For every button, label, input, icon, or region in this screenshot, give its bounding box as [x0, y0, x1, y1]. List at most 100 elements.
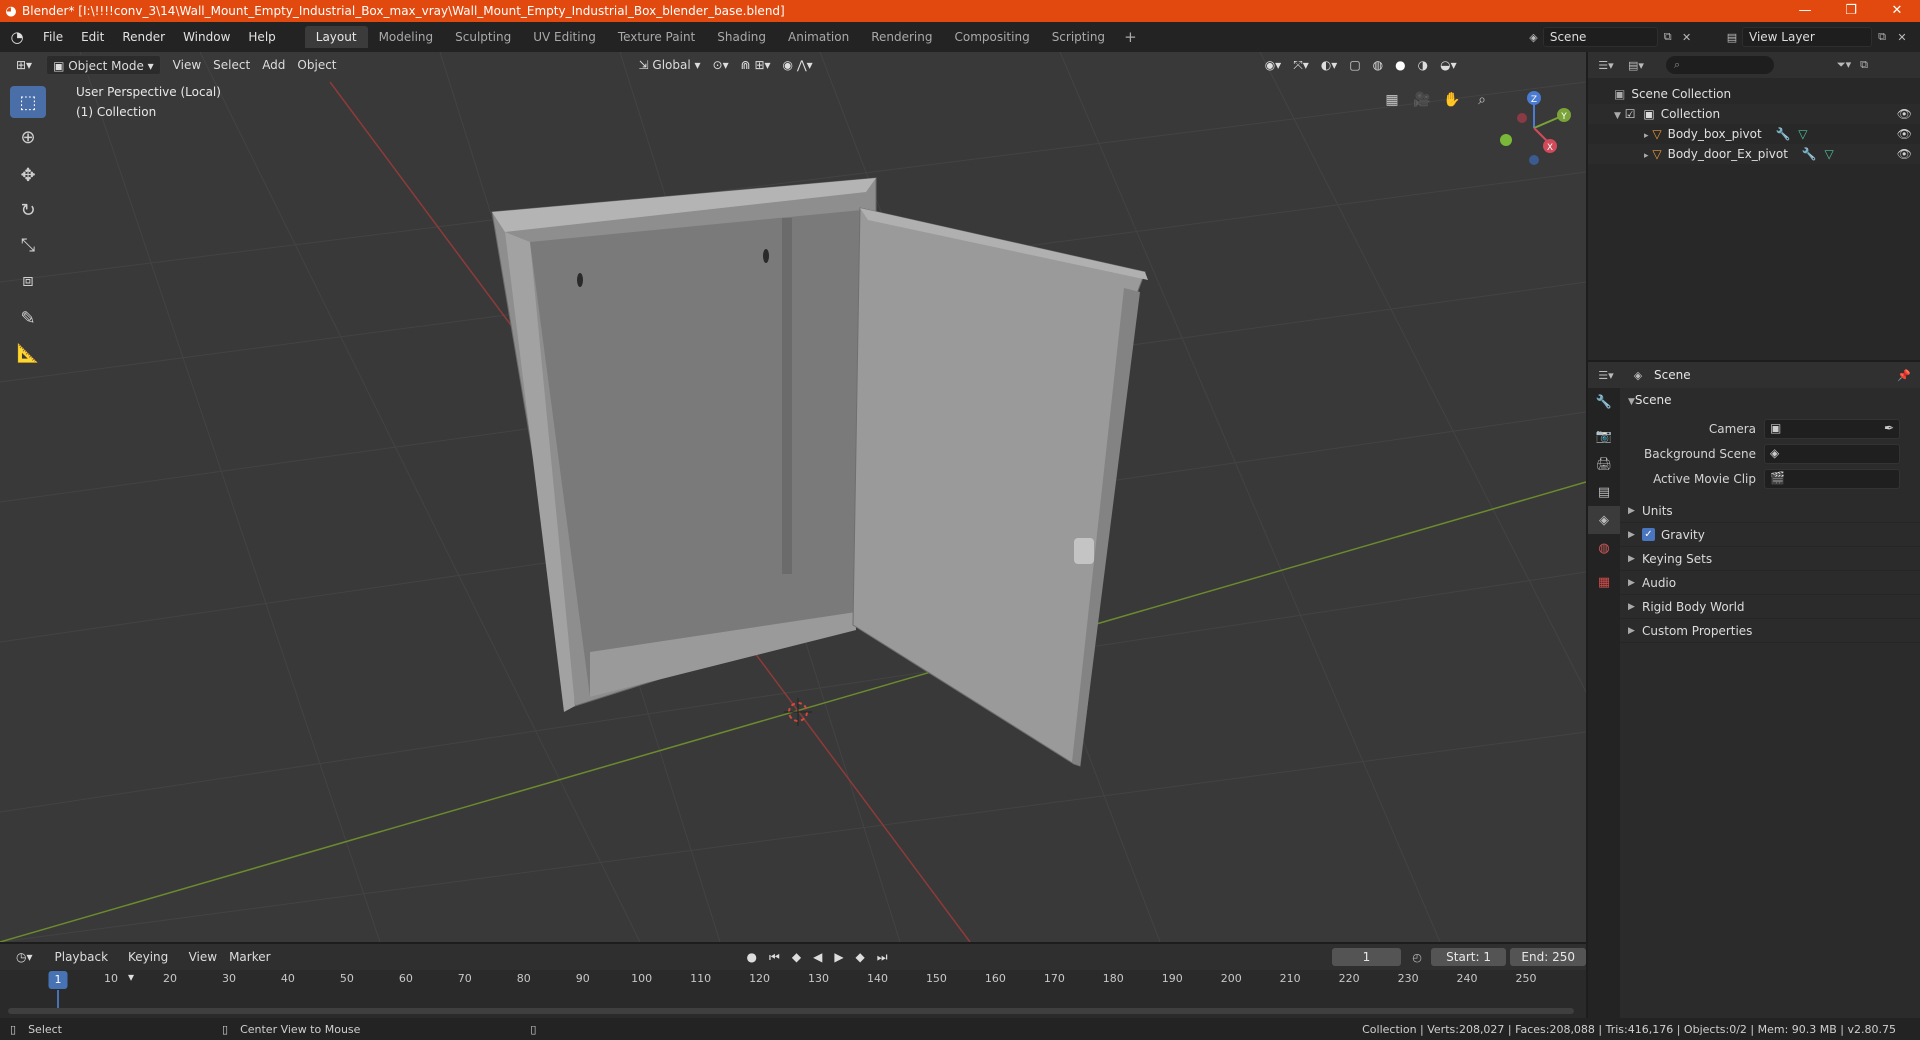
collection-checkbox[interactable]: ☑	[1625, 107, 1636, 121]
transform-tool-icon[interactable]: ⧈	[10, 264, 46, 296]
play-reverse-icon[interactable]: ◀	[807, 947, 828, 967]
maximize-button[interactable]: ❐	[1828, 0, 1874, 22]
expand-arrow-icon[interactable]: ▶	[1628, 523, 1642, 547]
view-layer-tab-icon[interactable]: ▤	[1588, 478, 1620, 506]
new-scene-icon[interactable]: ⧉	[1658, 30, 1677, 44]
custom-properties-subpanel[interactable]: ▶ Custom Properties	[1620, 619, 1920, 643]
background-scene-field[interactable]: ◈	[1764, 443, 1900, 464]
shading-wireframe-icon[interactable]: ◍	[1367, 55, 1389, 75]
collection-visibility-eye-icon[interactable]: 👁	[1897, 104, 1912, 124]
minimize-button[interactable]: —	[1782, 0, 1828, 22]
scene-tab-icon[interactable]: ◈	[1588, 506, 1620, 534]
keying-sets-subpanel[interactable]: ▶ Keying Sets	[1620, 547, 1920, 571]
gravity-subpanel[interactable]: ▶ ✓ Gravity	[1620, 523, 1920, 547]
expand-arrow-icon[interactable]: ▶	[1628, 619, 1642, 643]
modifier-wrench-icon[interactable]: 🔧	[1802, 147, 1817, 161]
mesh-data-icon[interactable]: ▽	[1798, 127, 1807, 141]
scene-name-field[interactable]: Scene	[1542, 27, 1659, 47]
mesh-data-icon[interactable]: ▽	[1825, 147, 1834, 161]
expand-arrow-icon[interactable]: ▶	[1628, 547, 1642, 571]
tab-layout[interactable]: Layout	[304, 26, 368, 48]
toggle-perspective-icon[interactable]: ▦	[1378, 86, 1406, 114]
axis-gizmo[interactable]: Z Y X	[1494, 88, 1574, 168]
mode-dropdown[interactable]: ▣ Object Mode ▾	[46, 55, 161, 75]
scene-panel-collapse-icon[interactable]: ▼	[1628, 397, 1635, 407]
annotate-tool-icon[interactable]: ✎	[10, 302, 46, 334]
transform-orientation-dropdown[interactable]: ⇲ Global ▾	[633, 55, 707, 75]
timeline-editor-type-icon[interactable]: ◷▾	[10, 947, 39, 967]
tab-shading[interactable]: Shading	[706, 26, 777, 48]
scene-selector[interactable]: ◈ Scene ⧉ ✕	[1524, 26, 1696, 48]
expand-arrow-icon[interactable]: ▶	[1628, 571, 1642, 595]
tab-rendering[interactable]: Rendering	[860, 26, 943, 48]
view-layer-name-field[interactable]: View Layer	[1742, 27, 1872, 47]
timeline-scrollbar[interactable]	[8, 1008, 1574, 1014]
jump-keyframe-back-icon[interactable]: ◆	[786, 947, 807, 967]
expand-arrow-icon[interactable]: ▶	[1628, 595, 1642, 619]
new-collection-icon[interactable]: ⧉	[1854, 58, 1874, 72]
marker-menu[interactable]: Marker	[223, 947, 276, 967]
scale-tool-icon[interactable]: ⤡	[10, 229, 46, 261]
editor-type-icon[interactable]: ⊞▾	[10, 55, 38, 75]
properties-editor-type-icon[interactable]: ☰▾	[1596, 369, 1616, 382]
tab-uv-editing[interactable]: UV Editing	[522, 26, 607, 48]
pin-icon[interactable]: 📌	[1894, 369, 1914, 382]
keying-menu[interactable]: Keying ▾	[122, 947, 183, 984]
close-button[interactable]: ✕	[1874, 0, 1920, 22]
view-layer-selector[interactable]: ▤ View Layer ⧉ ✕	[1722, 26, 1920, 48]
object-menu[interactable]: Object	[291, 55, 342, 75]
visibility-icon[interactable]: ◉▾	[1259, 55, 1288, 75]
tab-modeling[interactable]: Modeling	[368, 26, 445, 48]
menu-render[interactable]: Render	[113, 22, 174, 52]
delete-view-layer-icon[interactable]: ✕	[1892, 31, 1912, 44]
zoom-icon[interactable]: ⌕	[1468, 86, 1496, 114]
record-keyframe-icon[interactable]: ●	[741, 947, 763, 967]
add-menu[interactable]: Add	[256, 55, 291, 75]
menu-edit[interactable]: Edit	[72, 22, 113, 52]
playhead-line[interactable]	[57, 990, 59, 1010]
snap-icon[interactable]: ⋒ ⊞▾	[735, 55, 777, 75]
menu-window[interactable]: Window	[174, 22, 239, 52]
blender-menu-icon[interactable]: ◔	[0, 28, 34, 46]
gravity-checkbox[interactable]: ✓	[1642, 528, 1655, 541]
measure-tool-icon[interactable]: 📐	[10, 337, 46, 369]
outliner-editor-type-icon[interactable]: ☰▾	[1596, 59, 1616, 72]
outliner-collection[interactable]: ▼ ☑ ▣ Collection 👁	[1588, 104, 1920, 124]
tab-scripting[interactable]: Scripting	[1041, 26, 1116, 48]
new-view-layer-icon[interactable]: ⧉	[1872, 30, 1892, 44]
world-tab-icon[interactable]: ◍	[1588, 534, 1620, 562]
object-visibility-eye-icon[interactable]: 👁	[1897, 144, 1912, 164]
scene-panel-header[interactable]: ▼Scene	[1620, 388, 1920, 412]
outliner-object-row[interactable]: ▸ ▽ Body_box_pivot 🔧 ▽ 👁	[1588, 124, 1920, 144]
object-visibility-eye-icon[interactable]: 👁	[1897, 124, 1912, 144]
modifier-wrench-icon[interactable]: 🔧	[1776, 127, 1791, 141]
active-movie-clip-field[interactable]: 🎬	[1764, 468, 1900, 489]
menu-file[interactable]: File	[34, 22, 72, 52]
shading-rendered-icon[interactable]: ◒▾	[1434, 55, 1463, 75]
collection-expand-icon[interactable]: ▼	[1614, 111, 1621, 121]
jump-keyframe-forward-icon[interactable]: ◆	[850, 947, 871, 967]
audio-subpanel[interactable]: ▶ Audio	[1620, 571, 1920, 595]
texture-tab-icon[interactable]: ▦	[1588, 568, 1620, 596]
outliner-object-row[interactable]: ▸ ▽ Body_door_Ex_pivot 🔧 ▽ 👁	[1588, 144, 1920, 164]
jump-end-icon[interactable]: ⏭	[871, 947, 894, 967]
expand-arrow-icon[interactable]: ▶	[1628, 499, 1642, 523]
menu-help[interactable]: Help	[239, 22, 284, 52]
playback-menu[interactable]: Playback ▾	[49, 947, 122, 984]
outliner-scene-collection[interactable]: ▣ Scene Collection	[1588, 84, 1920, 104]
render-tab-icon[interactable]: 📷	[1588, 422, 1620, 450]
overlays-icon[interactable]: ◐▾	[1315, 55, 1344, 75]
jump-start-icon[interactable]: ⏮	[763, 947, 786, 967]
eyedropper-icon[interactable]: ✒	[1884, 421, 1894, 435]
timeline-view-menu[interactable]: View	[183, 947, 223, 967]
rotate-tool-icon[interactable]: ↻	[10, 194, 46, 226]
current-frame-field[interactable]: 1	[1331, 948, 1402, 966]
cursor-tool-icon[interactable]: ⊕	[10, 121, 46, 153]
output-tab-icon[interactable]: 🖨	[1588, 450, 1620, 478]
tab-animation[interactable]: Animation	[777, 26, 860, 48]
select-box-tool-icon[interactable]: ⬚	[10, 86, 46, 118]
tab-compositing[interactable]: Compositing	[943, 26, 1040, 48]
move-tool-icon[interactable]: ✥	[10, 159, 46, 191]
display-mode-icon[interactable]: ▤▾	[1626, 59, 1646, 72]
outliner-search-input[interactable]: ⌕	[1666, 56, 1774, 74]
